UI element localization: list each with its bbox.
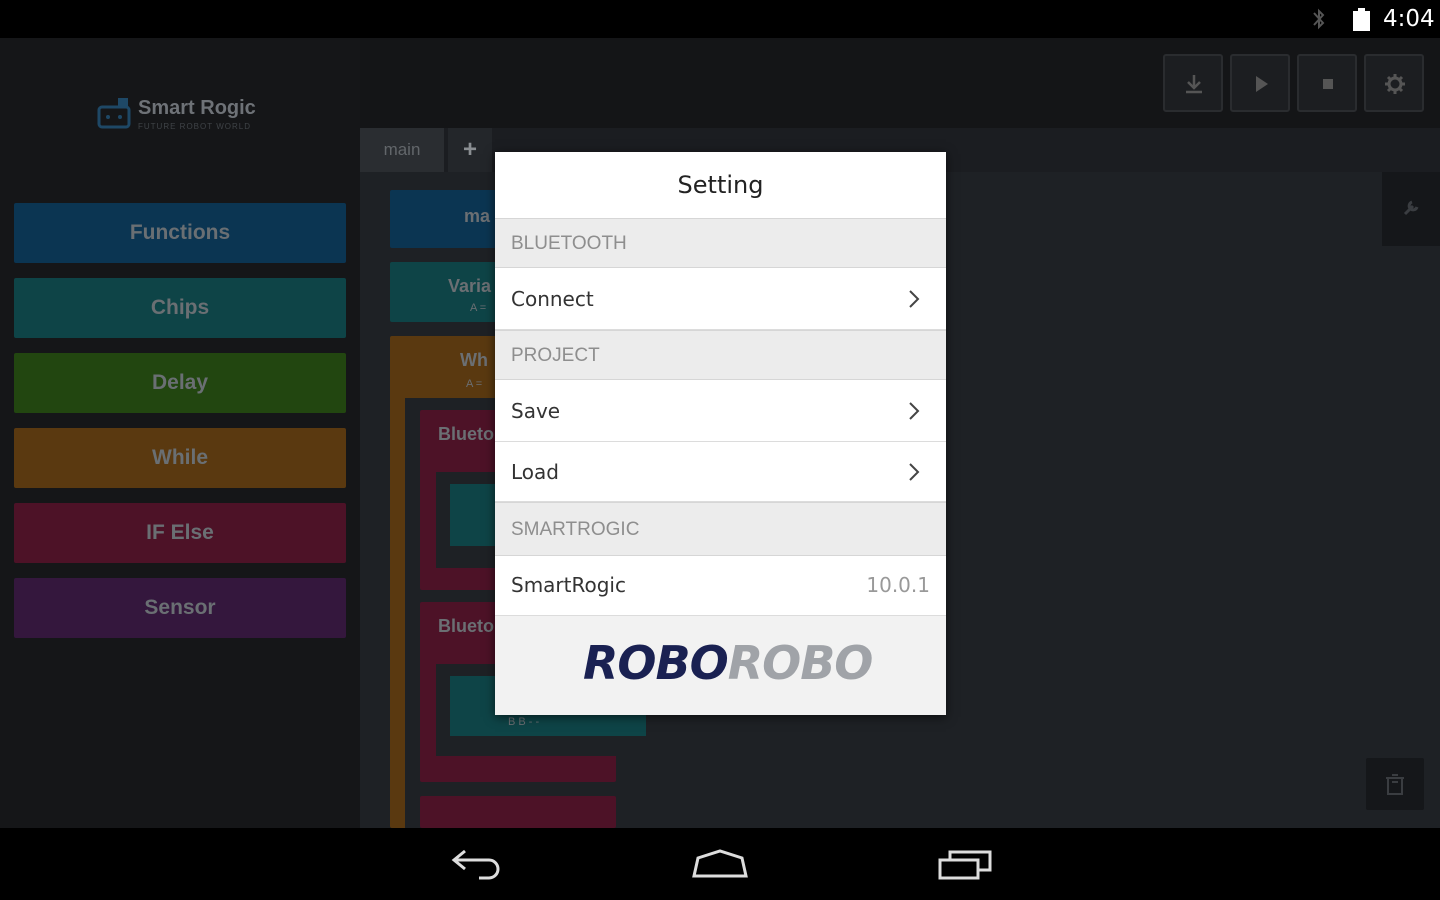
back-icon[interactable] (449, 847, 505, 881)
version-row: SmartRogic 10.0.1 (495, 556, 946, 615)
brand-part-1: ROBO (583, 636, 729, 690)
save-label: Save (511, 399, 561, 423)
navigation-bar (0, 828, 1440, 900)
bluetooth-block-3[interactable] (420, 796, 616, 828)
bluetooth-block-1-label: Blueto (438, 424, 494, 444)
section-bluetooth-header: BLUETOOTH (511, 233, 627, 254)
download-icon (1186, 75, 1202, 94)
dialog-footer: ROBOROBO (495, 615, 946, 715)
chevron-right-icon (909, 402, 920, 420)
logo-subtitle: FUTURE ROBOT WORLD (138, 122, 251, 131)
variable-block[interactable]: Varia A = (390, 262, 510, 322)
roborobo-logo: ROBOROBO (583, 636, 873, 696)
while-block-sub: A = (466, 378, 483, 390)
version-value: 10.0.1 (866, 573, 930, 597)
category-if-else-button[interactable]: IF Else (14, 503, 346, 563)
settings-dialog: Setting BLUETOOTH Connect PROJECT Save L… (495, 152, 946, 715)
main-block-label: ma (464, 206, 491, 226)
settings-button[interactable] (1364, 54, 1424, 112)
section-bluetooth: BLUETOOTH (495, 218, 946, 268)
section-project-header: PROJECT (511, 345, 600, 366)
clock: 4:04 (1383, 6, 1435, 32)
chevron-right-icon (909, 463, 920, 481)
chip-values: B B - - (508, 716, 540, 728)
stop-icon (1323, 79, 1333, 89)
dialog-title: Setting (677, 171, 764, 199)
variable-block-sub: A = (470, 302, 487, 314)
section-smartrogic: SMARTROGIC (495, 502, 946, 556)
chevron-right-icon (909, 290, 920, 308)
gear-icon (1385, 74, 1405, 94)
connect-row[interactable]: Connect (495, 268, 946, 330)
variable-block-label: Varia (448, 276, 492, 296)
load-label: Load (511, 460, 559, 484)
section-project: PROJECT (495, 330, 946, 380)
home-icon[interactable] (690, 848, 750, 880)
load-row[interactable]: Load (495, 442, 946, 502)
trash-icon (1386, 774, 1404, 795)
add-tab-button[interactable]: + (448, 128, 492, 172)
connect-label: Connect (511, 287, 594, 311)
category-chips-button[interactable]: Chips (14, 278, 346, 338)
main-block[interactable]: ma (390, 190, 510, 248)
bluetooth-icon (1313, 8, 1325, 30)
play-button[interactable] (1230, 54, 1290, 112)
recent-apps-icon[interactable] (936, 846, 994, 882)
section-smartrogic-header: SMARTROGIC (511, 519, 640, 540)
play-icon (1256, 76, 1268, 92)
tab-main[interactable]: main (360, 128, 444, 172)
robot-logo-icon (97, 98, 131, 129)
status-bar: 4:04 (0, 0, 1440, 38)
sidebar: Smart Rogic FUTURE ROBOT WORLD Functions… (0, 38, 360, 828)
category-while-button[interactable]: While (14, 428, 346, 488)
category-functions-button[interactable]: Functions (14, 203, 346, 263)
battery-icon (1353, 8, 1370, 31)
bluetooth-block-1[interactable]: Blueto (420, 410, 500, 590)
category-delay-button[interactable]: Delay (14, 353, 346, 413)
bluetooth-block-2-label: Blueto (438, 616, 494, 636)
while-block-label: Wh (460, 350, 488, 370)
delete-button[interactable] (1366, 758, 1424, 810)
toolbar (360, 38, 1440, 128)
download-button[interactable] (1163, 54, 1223, 112)
brand-part-2: ROBO (727, 636, 874, 690)
stop-button[interactable] (1297, 54, 1357, 112)
save-row[interactable]: Save (495, 380, 946, 442)
app-name-label: SmartRogic (511, 573, 626, 597)
tools-button[interactable] (1382, 172, 1440, 246)
logo-title: Smart Rogic (138, 97, 256, 119)
wrench-icon (1403, 200, 1419, 216)
app-logo: Smart Rogic FUTURE ROBOT WORLD (96, 95, 296, 135)
category-sensor-button[interactable]: Sensor (14, 578, 346, 638)
